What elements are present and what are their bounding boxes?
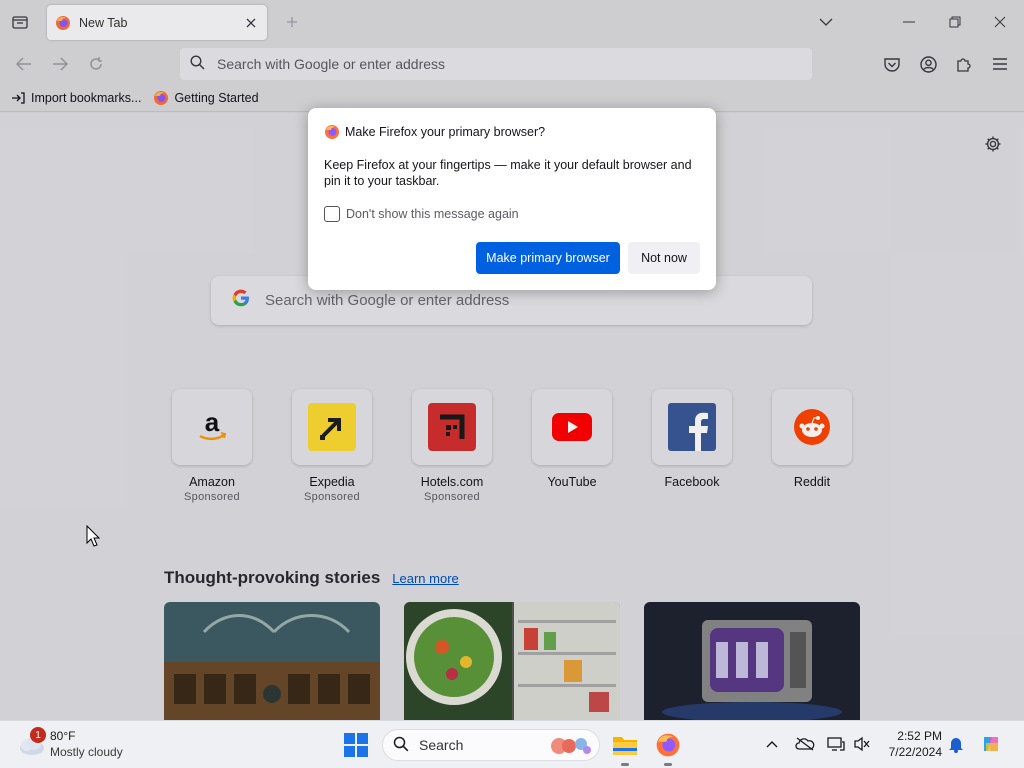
checkbox-label: Don't show this message again xyxy=(346,207,519,221)
windows-start-icon[interactable] xyxy=(343,732,369,758)
weather-condition: Mostly cloudy xyxy=(50,745,123,759)
windows-taskbar: 1 80°F Mostly cloudy Search 2:52 PM 7/22… xyxy=(0,720,1024,768)
clock-date: 7/22/2024 xyxy=(888,745,942,759)
running-indicator xyxy=(664,763,672,766)
taskbar-search-label: Search xyxy=(419,737,464,753)
dialog-title: Make Firefox your primary browser? xyxy=(345,125,546,139)
taskbar-search-box[interactable]: Search xyxy=(382,729,600,761)
dialog-body: Keep Firefox at your fingertips — make i… xyxy=(324,158,692,188)
chevron-up-icon[interactable] xyxy=(761,733,783,755)
dialog-title-row: Make Firefox your primary browser? xyxy=(324,124,700,140)
weather-widget[interactable]: 1 80°F Mostly cloudy xyxy=(16,727,156,763)
dont-show-again-row[interactable]: Don't show this message again xyxy=(324,206,700,222)
make-primary-browser-button[interactable]: Make primary browser xyxy=(476,242,620,274)
volume-muted-icon[interactable] xyxy=(851,733,873,755)
mouse-pointer-icon xyxy=(86,525,100,547)
running-indicator xyxy=(621,763,629,766)
dont-show-again-checkbox[interactable] xyxy=(324,206,340,222)
firefox-icon xyxy=(324,124,340,140)
not-now-button[interactable]: Not now xyxy=(628,242,700,274)
temperature: 80°F xyxy=(50,729,76,743)
file-explorer-icon[interactable] xyxy=(611,731,639,766)
notification-bell-icon[interactable] xyxy=(945,733,967,755)
copilot-icon[interactable] xyxy=(980,733,1002,755)
onedrive-offline-icon[interactable] xyxy=(794,733,816,755)
clock-time: 2:52 PM xyxy=(897,729,942,743)
network-icon[interactable] xyxy=(825,733,847,755)
system-clock[interactable]: 2:52 PM 7/22/2024 xyxy=(880,728,942,760)
default-browser-dialog: Make Firefox your primary browser? Keep … xyxy=(308,108,716,290)
weather-badge: 1 xyxy=(30,727,46,743)
search-icon xyxy=(393,736,409,755)
search-highlight-decoration-icon xyxy=(551,738,591,754)
firefox-taskbar-icon[interactable] xyxy=(654,731,682,766)
